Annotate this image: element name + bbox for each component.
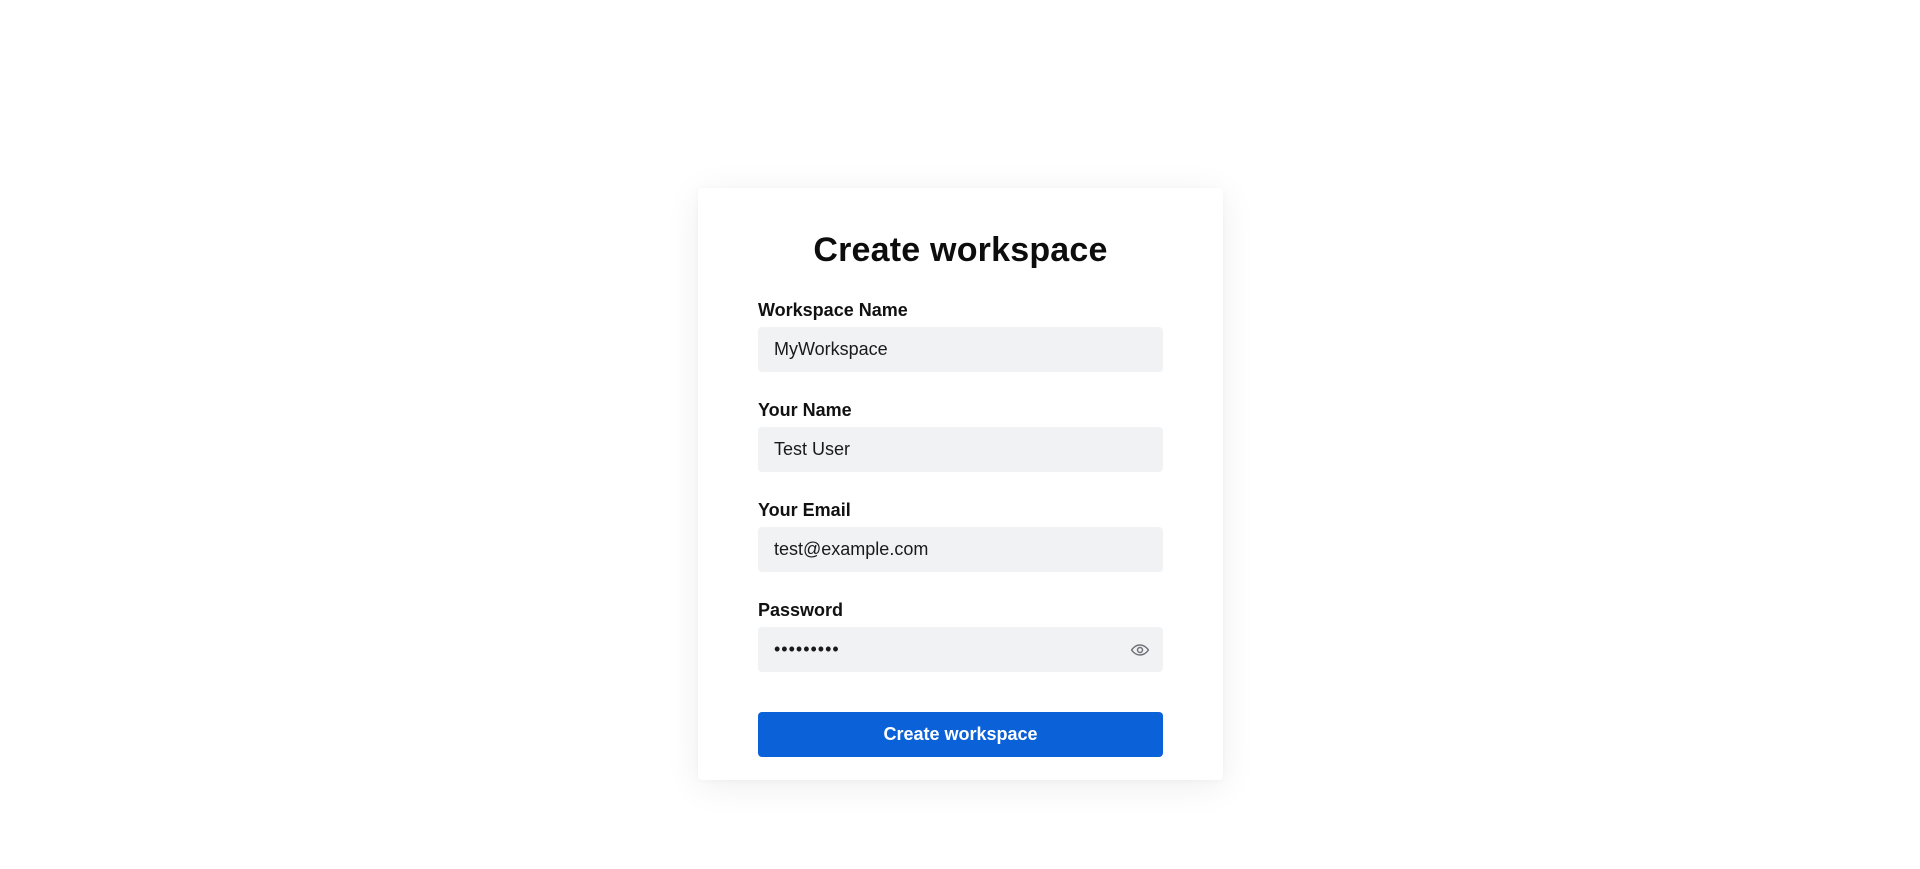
password-input[interactable] — [758, 627, 1163, 672]
your-email-input[interactable] — [758, 527, 1163, 572]
your-name-input[interactable] — [758, 427, 1163, 472]
workspace-name-input-wrap — [758, 327, 1163, 372]
your-name-label: Your Name — [758, 400, 852, 420]
password-visibility-toggle[interactable] — [1129, 639, 1151, 661]
create-workspace-card: Create workspace Workspace Name Your Nam… — [698, 188, 1223, 780]
create-workspace-form: Workspace Name Your Name Your Email Pass… — [758, 300, 1163, 757]
your-email-input-wrap — [758, 527, 1163, 572]
your-email-field-group: Your Email — [758, 500, 1163, 572]
page-title: Create workspace — [813, 231, 1108, 269]
workspace-name-field-group: Workspace Name — [758, 300, 1163, 372]
your-name-input-wrap — [758, 427, 1163, 472]
your-name-field-group: Your Name — [758, 400, 1163, 472]
password-field-group: Password — [758, 600, 1163, 672]
eye-icon — [1130, 644, 1150, 656]
workspace-name-input[interactable] — [758, 327, 1163, 372]
password-input-wrap — [758, 627, 1163, 672]
your-email-label: Your Email — [758, 500, 851, 520]
password-label: Password — [758, 600, 844, 620]
create-workspace-button[interactable]: Create workspace — [758, 712, 1163, 757]
workspace-name-label: Workspace Name — [758, 300, 908, 320]
page: Create workspace Workspace Name Your Nam… — [0, 0, 1920, 869]
